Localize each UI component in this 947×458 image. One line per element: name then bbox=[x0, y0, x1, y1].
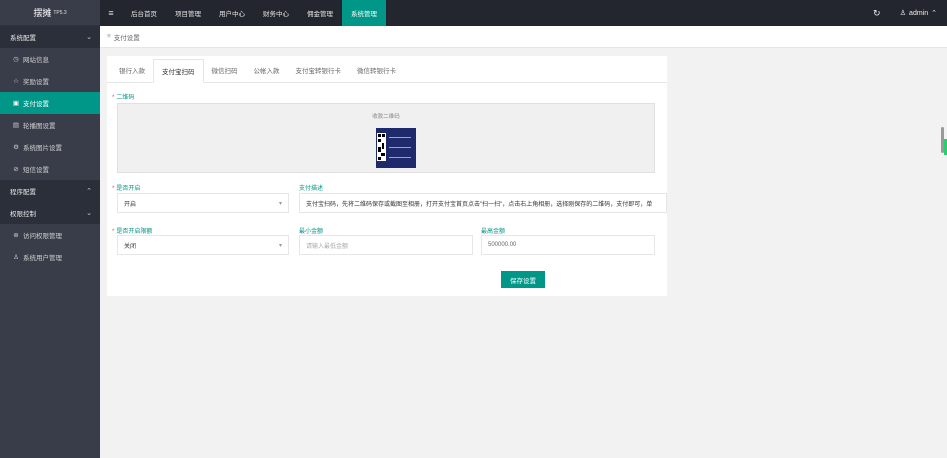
user-icon: ♙ bbox=[899, 10, 907, 17]
gear-icon: ⚙ bbox=[13, 144, 19, 151]
chevron-up-icon: ⌃ bbox=[931, 10, 937, 17]
nav-commission[interactable]: 佣金管理 bbox=[298, 0, 342, 26]
tab-public-account[interactable]: 公帐入款 bbox=[246, 58, 288, 82]
logo-text: 摆摊 bbox=[33, 8, 52, 18]
card-icon: ▣ bbox=[12, 100, 20, 107]
qr-label: * 二维码 bbox=[112, 95, 135, 101]
nav-users[interactable]: 用户中心 bbox=[210, 0, 254, 26]
list-icon: ≡ bbox=[107, 33, 111, 40]
enable-select[interactable]: 开启 ▾ bbox=[117, 193, 289, 213]
sidebar: 摆摊 TP5.3 系统配置 ⌄ ◷ 网站信息 ☆ 奖励设置 ▣ 支付设置 ▤ 轮… bbox=[0, 0, 100, 458]
clock-icon: ◷ bbox=[13, 56, 19, 63]
desc-value: 支付宝扫码，先将二维码保存或截图至相册，打开支付宝首页点击"扫一扫"，点击右上角… bbox=[306, 201, 653, 208]
sidebar-item-label: 轮播图设置 bbox=[23, 123, 56, 130]
limit-select[interactable]: 关闭 ▾ bbox=[117, 235, 289, 255]
max-label: 最高金额 bbox=[481, 229, 506, 235]
sidebar-item-label: 支付设置 bbox=[23, 101, 49, 108]
menu-group-label: 系统配置 bbox=[10, 35, 36, 42]
qr-code-image bbox=[376, 128, 416, 168]
tab-alipay-scan[interactable]: 支付宝扫码 bbox=[153, 59, 204, 83]
save-button[interactable]: 保存设置 bbox=[501, 271, 545, 288]
chevron-up-icon: ⌃ bbox=[86, 188, 92, 195]
chevron-down-icon: ▾ bbox=[278, 242, 282, 249]
sidebar-item-label: 系统用户管理 bbox=[23, 255, 62, 262]
star-icon: ☆ bbox=[13, 78, 19, 85]
sidebar-item-system-users[interactable]: ♙ 系统用户管理 bbox=[0, 246, 100, 268]
sidebar-item-payment[interactable]: ▣ 支付设置 bbox=[0, 92, 100, 114]
topbar: ≡ 后台首页 项目管理 用户中心 财务中心 佣金管理 系统管理 ↻ ♙ admi… bbox=[100, 0, 947, 26]
sidebar-item-label: 短信设置 bbox=[23, 167, 49, 174]
min-amount-placeholder: 请输入最低金额 bbox=[306, 243, 349, 250]
enable-label: * 是否开启 bbox=[112, 186, 141, 192]
logo[interactable]: 摆摊 TP5.3 bbox=[0, 0, 100, 26]
menu-group-program-config[interactable]: 程序配置 ⌃ bbox=[0, 180, 100, 202]
nav-projects[interactable]: 项目管理 bbox=[166, 0, 210, 26]
max-amount-input[interactable]: 500000.00 bbox=[481, 235, 655, 255]
menu-group-system-config[interactable]: 系统配置 ⌄ bbox=[0, 26, 100, 48]
tab-bar: 银行入款 支付宝扫码 微信扫码 公帐入款 支付宝转银行卡 微信转银行卡 bbox=[107, 56, 667, 83]
sidebar-item-carousel[interactable]: ▤ 轮播图设置 bbox=[0, 114, 100, 136]
shield-icon: ⊛ bbox=[13, 232, 19, 239]
sidebar-item-reward[interactable]: ☆ 奖励设置 bbox=[0, 70, 100, 92]
chevron-down-icon: ▾ bbox=[278, 200, 282, 207]
menu-group-label: 程序配置 bbox=[10, 189, 36, 196]
nav-system[interactable]: 系统管理 bbox=[342, 0, 386, 26]
enable-select-value: 开启 bbox=[124, 201, 137, 208]
tab-bank-deposit[interactable]: 银行入款 bbox=[111, 58, 153, 82]
sidebar-item-system-images[interactable]: ⚙ 系统图片设置 bbox=[0, 136, 100, 158]
breadcrumb: ≡ 支付设置 bbox=[100, 26, 947, 48]
chevron-down-icon: ⌄ bbox=[86, 210, 92, 217]
limit-select-value: 关闭 bbox=[124, 243, 137, 250]
chevron-down-icon: ⌄ bbox=[86, 34, 92, 41]
sidebar-item-sms[interactable]: ⊘ 短信设置 bbox=[0, 158, 100, 180]
refresh-icon[interactable]: ↻ bbox=[862, 8, 892, 19]
nav-finance[interactable]: 财务中心 bbox=[254, 0, 298, 26]
sidebar-item-site-info[interactable]: ◷ 网站信息 bbox=[0, 48, 100, 70]
qr-upload-area[interactable]: 收款二维码 bbox=[117, 103, 655, 173]
tab-wechat-to-bank[interactable]: 微信转银行卡 bbox=[349, 58, 404, 82]
user-icon: ♙ bbox=[13, 254, 19, 261]
username: admin bbox=[909, 9, 929, 17]
min-label: 最小金额 bbox=[299, 229, 324, 235]
sidebar-item-access[interactable]: ⊛ 访问权限管理 bbox=[0, 224, 100, 246]
settings-card: 银行入款 支付宝扫码 微信扫码 公帐入款 支付宝转银行卡 微信转银行卡 * 二维码… bbox=[107, 56, 667, 296]
qr-caption: 收款二维码 bbox=[372, 114, 400, 120]
desc-label: 支付描述 bbox=[299, 186, 324, 192]
sidebar-item-label: 系统图片设置 bbox=[23, 145, 62, 152]
breadcrumb-current: 支付设置 bbox=[113, 34, 140, 42]
menu-group-label: 权限控制 bbox=[10, 211, 36, 218]
user-menu[interactable]: ♙ admin ⌃ bbox=[892, 9, 947, 18]
menu-group-permissions[interactable]: 权限控制 ⌄ bbox=[0, 202, 100, 224]
min-amount-input[interactable]: 请输入最低金额 bbox=[299, 235, 473, 255]
version-label: TP5.3 bbox=[53, 9, 67, 16]
max-amount-value: 500000.00 bbox=[488, 242, 517, 248]
desc-input[interactable]: 支付宝扫码，先将二维码保存或截图至相册，打开支付宝首页点击"扫一扫"，点击右上角… bbox=[299, 193, 667, 213]
sidebar-item-label: 访问权限管理 bbox=[23, 233, 62, 240]
link-icon: ⊘ bbox=[13, 166, 19, 173]
nav-home[interactable]: 后台首页 bbox=[122, 0, 166, 26]
sidebar-item-label: 奖励设置 bbox=[23, 79, 49, 86]
tab-wechat-scan[interactable]: 微信扫码 bbox=[204, 58, 246, 82]
sidebar-item-label: 网站信息 bbox=[23, 57, 49, 64]
limit-label: * 是否开启限额 bbox=[112, 229, 153, 235]
tab-alipay-to-bank[interactable]: 支付宝转银行卡 bbox=[288, 58, 350, 82]
image-icon: ▤ bbox=[12, 122, 20, 129]
menu-toggle-icon[interactable]: ≡ bbox=[100, 8, 122, 18]
